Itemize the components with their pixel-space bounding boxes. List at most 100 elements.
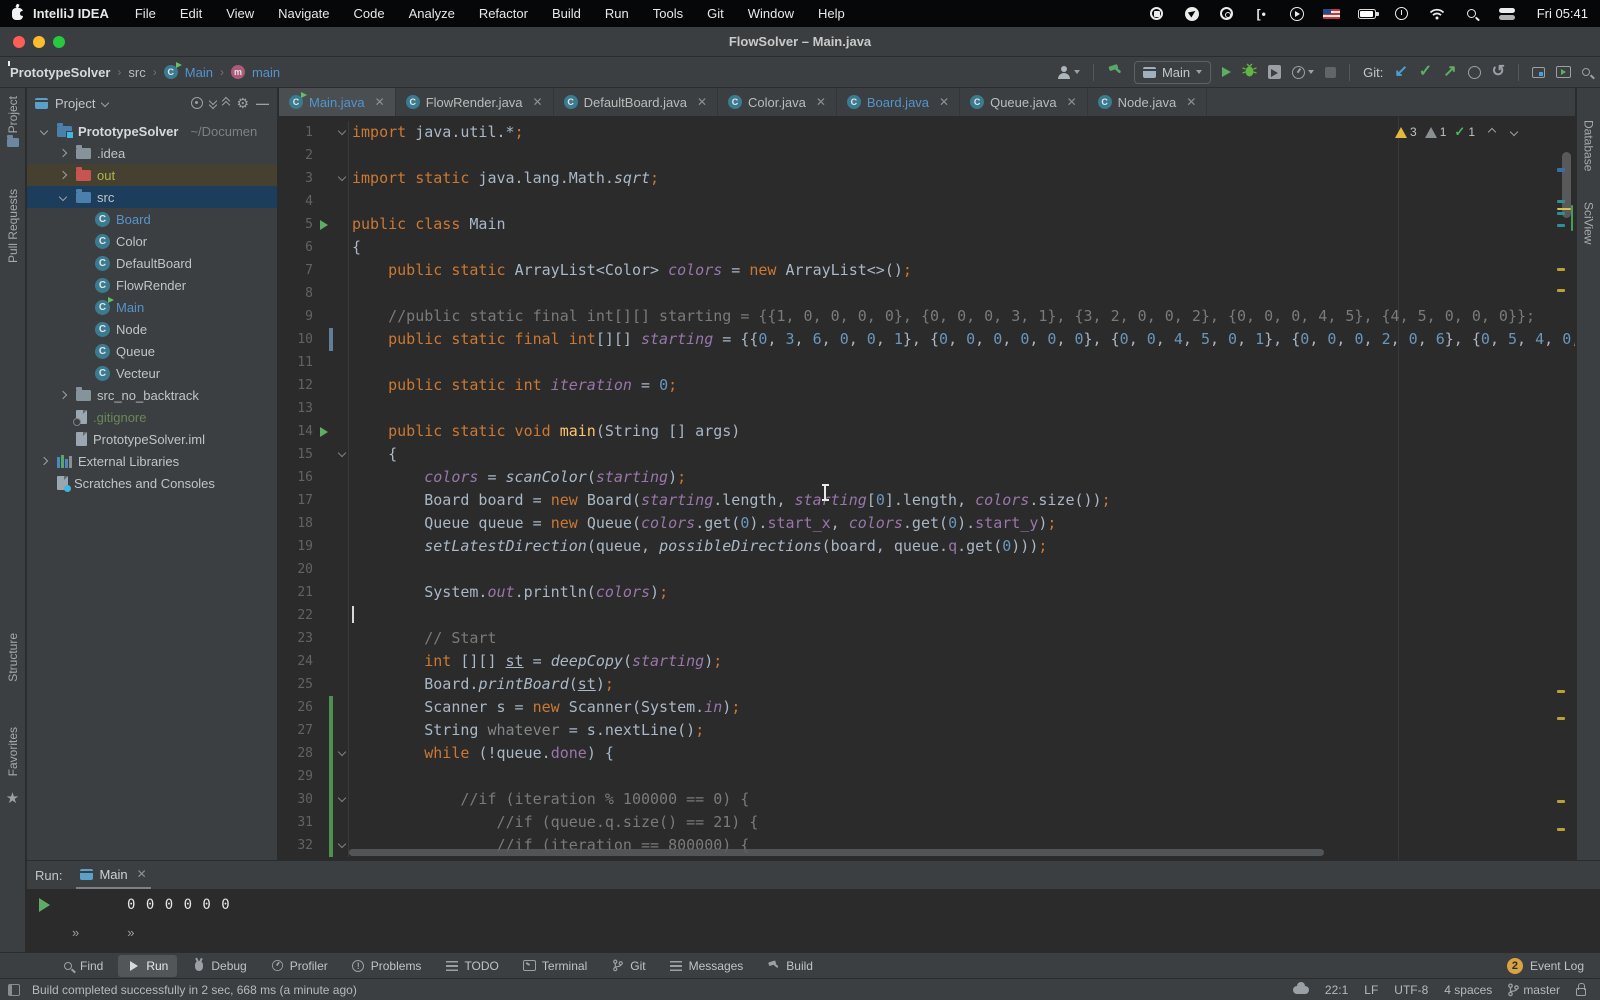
toolwindow-button-todo[interactable]: TODO: [436, 955, 507, 977]
code-line[interactable]: 18 Queue queue = new Queue(colors.get(0)…: [279, 512, 1575, 535]
tab-queue-java[interactable]: CQueue.java✕: [960, 88, 1088, 116]
sync-cloud-icon[interactable]: [1293, 986, 1309, 994]
rerun-icon[interactable]: [39, 898, 50, 917]
menu-item-refactor[interactable]: Refactor: [467, 6, 540, 21]
changes-icon[interactable]: [1532, 67, 1545, 78]
caret-position[interactable]: 22:1: [1325, 983, 1348, 997]
user-icon[interactable]: [1057, 66, 1080, 79]
code-line[interactable]: 3import static java.lang.Math.sqrt;: [279, 167, 1575, 190]
stop-icon[interactable]: [1325, 67, 1336, 78]
toolwindow-button-debug[interactable]: Debug: [183, 955, 255, 977]
code-line[interactable]: 31 //if (queue.q.size() == 21) {: [279, 811, 1575, 834]
toolwindow-switcher-icon[interactable]: [8, 984, 20, 996]
battery-icon[interactable]: [1358, 6, 1376, 22]
tree-item--idea[interactable]: .idea: [27, 142, 277, 164]
code-line[interactable]: 2: [279, 144, 1575, 167]
tree-item-board[interactable]: CBoard: [27, 208, 277, 230]
toolwindow-button-build[interactable]: Build: [758, 955, 822, 977]
toolwindow-button-git[interactable]: Git: [602, 955, 654, 977]
tab-defaultboard-java[interactable]: CDefaultBoard.java✕: [554, 88, 718, 116]
git-update-icon[interactable]: ↙: [1394, 64, 1407, 80]
horizontal-scrollbar[interactable]: [349, 849, 1324, 856]
run-line-icon[interactable]: [313, 213, 335, 236]
toolwindow-button-terminal[interactable]: Terminal: [514, 955, 596, 977]
event-log-button[interactable]: 2 Event Log: [1507, 958, 1600, 974]
tree-item-src-no-backtrack[interactable]: src_no_backtrack: [27, 384, 277, 406]
apple-menu-icon[interactable]: [12, 8, 23, 20]
tree-item-node[interactable]: CNode: [27, 318, 277, 340]
play-circle-icon[interactable]: [1288, 6, 1306, 22]
tab-main-java[interactable]: CMain.java✕: [279, 88, 396, 116]
fold-icon[interactable]: [335, 788, 349, 811]
menu-item-file[interactable]: File: [123, 6, 168, 21]
run-console[interactable]: 0 0 0 0 0 0 » »: [27, 889, 1600, 952]
tree-item-prototypesolver-iml[interactable]: PrototypeSolver.iml: [27, 428, 277, 450]
code-line[interactable]: 12 public static int iteration = 0;: [279, 374, 1575, 397]
tab-flowrender-java[interactable]: CFlowRender.java✕: [396, 88, 554, 116]
close-icon[interactable]: ✕: [1186, 95, 1196, 109]
breadcrumb-project[interactable]: PrototypeSolver: [10, 65, 110, 80]
fold-icon[interactable]: [335, 742, 349, 765]
tree-item-scratches-and-consoles[interactable]: Scratches and Consoles: [27, 472, 277, 494]
chevron-down-icon[interactable]: [56, 194, 70, 200]
run-icon[interactable]: [1222, 67, 1231, 77]
close-icon[interactable]: ✕: [816, 95, 826, 109]
hide-panel-icon[interactable]: —: [256, 96, 269, 111]
code-line[interactable]: 10 public static final int[][] starting …: [279, 328, 1575, 351]
breadcrumb-method[interactable]: main: [252, 65, 280, 80]
menu-item-analyze[interactable]: Analyze: [397, 6, 467, 21]
collapse-all-icon[interactable]: [223, 98, 229, 108]
code-line[interactable]: 25 Board.printBoard(st);: [279, 673, 1575, 696]
screen-record-icon[interactable]: [1148, 6, 1166, 22]
menu-item-run[interactable]: Run: [593, 6, 641, 21]
close-icon[interactable]: ✕: [697, 95, 707, 109]
tab-color-java[interactable]: CColor.java✕: [718, 88, 837, 116]
status-message[interactable]: Build completed successfully in 2 sec, 6…: [32, 983, 357, 997]
debug-icon[interactable]: [1242, 63, 1257, 81]
line-separator[interactable]: LF: [1364, 983, 1378, 997]
close-icon[interactable]: ✕: [137, 867, 147, 881]
toolwindow-button-problems[interactable]: !Problems: [343, 955, 431, 977]
history-icon[interactable]: [1468, 66, 1481, 79]
code-editor[interactable]: 1import java.util.*;23import static java…: [279, 117, 1575, 860]
console-expand-icon[interactable]: »: [72, 925, 79, 940]
tree-item-src[interactable]: src: [27, 186, 277, 208]
code-line[interactable]: 29: [279, 765, 1575, 788]
tree-item-prototypesolver[interactable]: PrototypeSolver~/Documen: [27, 120, 277, 142]
location-icon[interactable]: [1183, 6, 1201, 22]
gear-icon[interactable]: ⚙: [236, 95, 249, 112]
code-line[interactable]: 20: [279, 558, 1575, 581]
code-line[interactable]: 6{: [279, 236, 1575, 259]
code-line[interactable]: 16 colors = scanColor(starting);: [279, 466, 1575, 489]
search-icon[interactable]: [1582, 68, 1590, 76]
fold-icon[interactable]: [335, 834, 349, 857]
menu-clock[interactable]: Fri 05:41: [1537, 6, 1588, 21]
menu-item-help[interactable]: Help: [806, 6, 857, 21]
breadcrumb-class[interactable]: Main: [185, 65, 213, 80]
code-line[interactable]: 22: [279, 604, 1575, 627]
toolwindow-button-messages[interactable]: Messages: [661, 955, 753, 977]
tree-item-vecteur[interactable]: CVecteur: [27, 362, 277, 384]
next-problem-icon[interactable]: [1510, 128, 1518, 136]
code-line[interactable]: 28 while (!queue.done) {: [279, 742, 1575, 765]
coverage-icon[interactable]: [1268, 65, 1281, 79]
inspections-widget[interactable]: 3 1 ✓1: [1395, 124, 1517, 140]
menu-item-code[interactable]: Code: [341, 6, 396, 21]
close-icon[interactable]: ✕: [939, 95, 949, 109]
lock-icon[interactable]: [1576, 988, 1586, 996]
toolwindow-button-profiler[interactable]: Profiler: [262, 955, 337, 977]
code-line[interactable]: 11: [279, 351, 1575, 374]
code-line[interactable]: 30 //if (iteration % 100000 == 0) {: [279, 788, 1575, 811]
chevron-down-icon[interactable]: [37, 128, 51, 134]
prev-problem-icon[interactable]: [1488, 128, 1496, 136]
code-line[interactable]: 5public class Main: [279, 213, 1575, 236]
run-config-select[interactable]: Main: [1134, 61, 1211, 84]
fold-icon[interactable]: [335, 121, 349, 144]
toolwindow-button-run[interactable]: Run: [118, 955, 177, 977]
git-push-icon[interactable]: ↗: [1443, 64, 1456, 80]
toolwindow-button-structure[interactable]: Structure: [6, 633, 20, 687]
code-line[interactable]: 15 {: [279, 443, 1575, 466]
code-line[interactable]: 23 // Start: [279, 627, 1575, 650]
run-line-icon[interactable]: [313, 420, 335, 443]
rollback-icon[interactable]: ↺: [1492, 64, 1505, 80]
